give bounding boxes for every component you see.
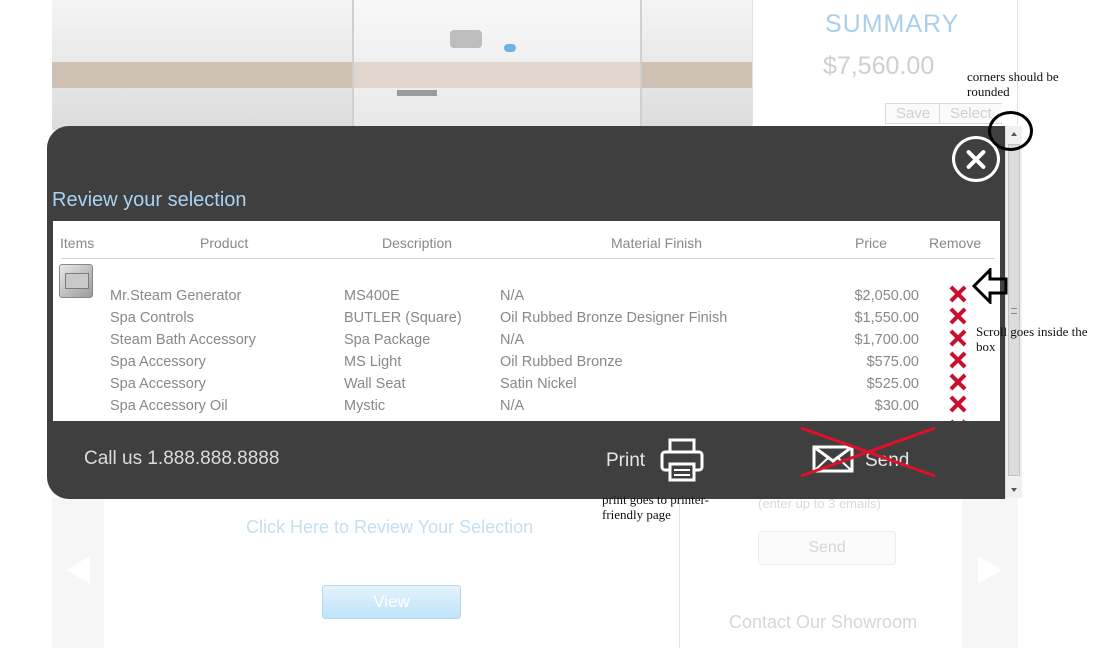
row-price: $1,550.00 <box>854 310 919 326</box>
chevron-left-icon <box>66 556 90 584</box>
header-product: Product <box>200 235 249 251</box>
table-row: Spa Accessory MS Light Oil Rubbed Bronze… <box>53 354 1000 376</box>
table-row: Mr.Steam Generator MS400E N/A $2,050.00 <box>53 288 1000 310</box>
header-material-finish: Material Finish <box>611 235 703 251</box>
annotation-arrow-icon <box>972 268 1008 304</box>
row-finish: N/A <box>500 332 525 348</box>
summary-total: $7,560.00 <box>823 52 935 80</box>
row-finish: N/A <box>500 398 525 414</box>
hero-glass-enclosure <box>352 0 642 130</box>
hero-blue-light <box>504 44 516 52</box>
row-finish: Satin Nickel <box>500 376 577 392</box>
send-email-button[interactable]: Send <box>758 531 896 565</box>
row-price: $1,700.00 <box>854 332 919 348</box>
printer-icon <box>660 438 704 482</box>
header-items: Items <box>60 235 95 251</box>
hero-shower-head <box>397 90 437 96</box>
call-us-text: Call us 1.888.888.8888 <box>84 448 280 469</box>
row-price: $2,050.00 <box>854 288 919 304</box>
selection-table: Items Product Description Material Finis… <box>53 221 1000 421</box>
modal-scrollbar[interactable] <box>1005 126 1022 498</box>
scroll-grip <box>1011 308 1017 314</box>
header-divider <box>61 258 995 259</box>
remove-x-icon[interactable] <box>948 350 968 370</box>
annotation-circle <box>988 111 1033 151</box>
table-row: Steam Bath Accessory Spa Package N/A $1,… <box>53 332 1000 354</box>
table-row: Spa Controls BUTLER (Square) Oil Rubbed … <box>53 310 1000 332</box>
annotation-print: print goes to printer-friendly page <box>602 492 709 522</box>
scroll-down-arrow-icon[interactable] <box>1006 482 1022 498</box>
remove-x-icon[interactable] <box>948 306 968 326</box>
row-finish: Oil Rubbed Bronze <box>500 354 623 370</box>
row-finish: Oil Rubbed Bronze Designer Finish <box>500 310 728 326</box>
review-selection-link[interactable]: Click Here to Review Your Selection <box>246 517 533 538</box>
remove-x-icon[interactable] <box>948 418 968 421</box>
table-row: Spa Accessory Wall Seat Satin Nickel $52… <box>53 376 1000 398</box>
header-remove: Remove <box>929 235 982 251</box>
hero-ceiling-light <box>450 30 482 48</box>
carousel-prev-button[interactable] <box>52 498 104 648</box>
modal-title: Review your selection <box>52 189 247 211</box>
row-product: Spa Accessory Oil <box>110 398 228 414</box>
table-row: Spa Accessory Oil Mystic N/A $30.00 <box>53 398 1000 420</box>
strikethrough-mark <box>800 426 936 478</box>
row-product: Mr.Steam Generator <box>110 288 242 304</box>
send-button[interactable]: Send <box>800 426 942 482</box>
summary-save-button[interactable]: Save <box>885 103 942 124</box>
hero-image <box>52 0 752 130</box>
row-description: MS Light <box>344 354 402 370</box>
header-price: Price <box>855 235 887 251</box>
chevron-right-icon <box>978 556 1002 584</box>
scroll-thumb[interactable] <box>1008 144 1020 476</box>
remove-x-icon[interactable] <box>948 284 968 304</box>
header-description: Description <box>382 235 453 251</box>
contact-showroom-heading: Contact Our Showroom <box>729 612 918 632</box>
table-row-partial <box>53 420 1000 421</box>
row-product: Spa Accessory <box>110 376 206 392</box>
row-product: Spa Accessory <box>110 354 206 370</box>
review-modal: Review your selection Items Product Desc… <box>47 126 1005 499</box>
row-price: $575.00 <box>866 354 919 370</box>
summary-panel: SUMMARY $7,560.00 Save Select <box>752 0 1018 125</box>
row-description: Wall Seat <box>344 376 406 392</box>
remove-x-icon[interactable] <box>948 372 968 392</box>
summary-title: SUMMARY <box>825 10 960 38</box>
row-finish: N/A <box>500 288 525 304</box>
carousel-next-button[interactable] <box>962 498 1018 648</box>
row-price: $30.00 <box>874 398 919 414</box>
row-description: BUTLER (Square) <box>344 310 462 326</box>
row-product: Spa Controls <box>110 310 194 326</box>
row-description: MS400E <box>344 288 400 304</box>
remove-x-icon[interactable] <box>948 328 968 348</box>
row-description: Mystic <box>344 398 386 414</box>
row-product: Steam Bath Accessory <box>110 332 256 348</box>
row-price: $525.00 <box>866 376 919 392</box>
annotation-corners: corners should be rounded <box>967 69 1059 99</box>
annotation-scroll: Scroll goes inside the box <box>976 324 1088 354</box>
view-button[interactable]: View <box>322 585 461 619</box>
row-description: Spa Package <box>344 332 431 348</box>
print-label: Print <box>606 450 646 471</box>
remove-x-icon[interactable] <box>948 394 968 414</box>
